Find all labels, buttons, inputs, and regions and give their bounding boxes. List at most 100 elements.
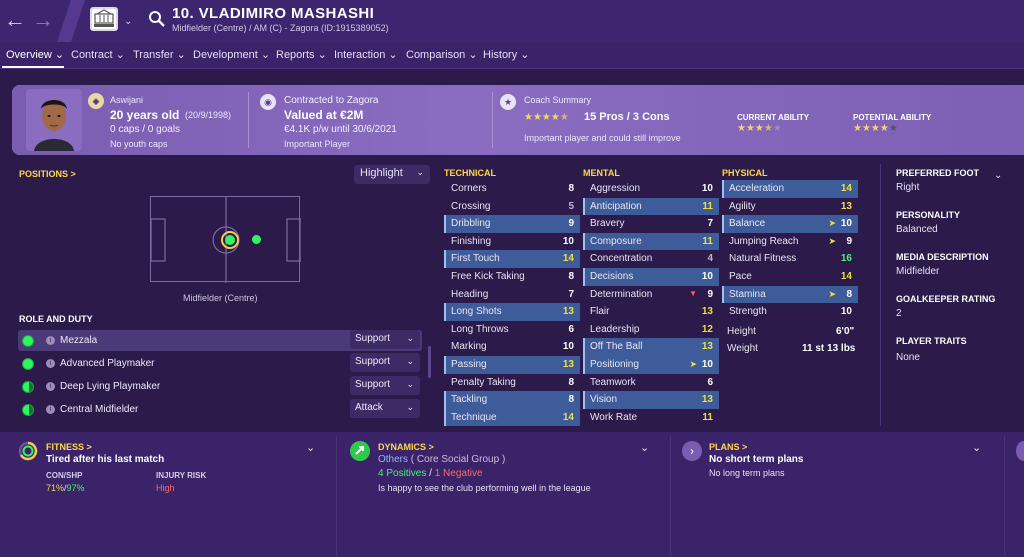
position-cm-marker[interactable]: [225, 235, 235, 245]
fitness-title[interactable]: FITNESS >: [46, 442, 92, 452]
role-row[interactable]: i Advanced Playmaker Support ⌄: [18, 353, 422, 374]
role-name: Central Midfielder: [60, 404, 139, 415]
attr-value: 10: [701, 358, 713, 370]
menu-reports[interactable]: Reports ⌄: [276, 48, 327, 61]
duty-dropdown[interactable]: Support ⌄: [350, 330, 420, 349]
info-icon[interactable]: i: [46, 405, 55, 414]
role-row[interactable]: i Deep Lying Playmaker Support ⌄: [18, 376, 422, 397]
attr-name: Technique: [451, 411, 497, 423]
chevron-down-icon: ⌄: [406, 333, 414, 343]
attr-name: Jumping Reach: [729, 235, 799, 247]
attr-penalty-taking[interactable]: Penalty Taking 8: [444, 374, 580, 392]
attr-vision[interactable]: Vision 13: [583, 391, 719, 409]
attr-first-touch[interactable]: First Touch 14: [444, 250, 580, 268]
attr-pace[interactable]: Pace 14: [722, 268, 858, 286]
personality-value: Balanced: [896, 224, 938, 235]
pros-cons: 15 Pros / 3 Cons: [584, 111, 670, 123]
summary-divider: [248, 92, 249, 148]
squad-status: Important Player: [284, 139, 351, 149]
attr-positioning[interactable]: Positioning ➤ 10: [583, 355, 719, 374]
negatives-count: 1 Negative: [434, 468, 483, 479]
attr-work-rate[interactable]: Work Rate 11: [583, 409, 719, 427]
attr-flair[interactable]: Flair 13: [583, 303, 719, 321]
attr-concentration[interactable]: Concentration 4: [583, 250, 719, 268]
chevron-down-icon: ⌄: [406, 379, 414, 389]
attr-composure[interactable]: Composure 11: [583, 232, 719, 251]
badge-dropdown-chevron-icon[interactable]: ⌄: [124, 16, 132, 27]
menu-history[interactable]: History ⌄: [483, 48, 530, 61]
dynamics-separator: /: [429, 468, 432, 479]
attr-bravery[interactable]: Bravery 7: [583, 215, 719, 233]
duty-label: Support: [355, 379, 391, 390]
attr-jumping-reach[interactable]: Jumping Reach ➤ 9: [722, 233, 858, 251]
plans-arrow-icon[interactable]: ›: [682, 441, 702, 461]
attr-free-kick[interactable]: Free Kick Taking 8: [444, 268, 580, 286]
attr-passing[interactable]: Passing 13: [444, 355, 580, 374]
duty-dropdown[interactable]: Support ⌄: [350, 376, 420, 395]
positions-title[interactable]: POSITIONS >: [19, 169, 76, 179]
dynamics-title[interactable]: DYNAMICS >: [378, 442, 434, 452]
player-youth-caps: No youth caps: [110, 139, 168, 149]
attr-corners[interactable]: Corners 8: [444, 180, 580, 198]
attr-aggression[interactable]: Aggression 10: [583, 180, 719, 198]
info-icon[interactable]: i: [46, 336, 55, 345]
attr-anticipation[interactable]: Anticipation 11: [583, 197, 719, 216]
attr-acceleration[interactable]: Acceleration 14: [722, 180, 858, 198]
attr-technique[interactable]: Technique 14: [444, 408, 580, 427]
technical-title: TECHNICAL: [444, 168, 496, 178]
attr-strength[interactable]: Strength 10: [722, 303, 858, 321]
role-row[interactable]: i Central Midfielder Attack ⌄: [18, 399, 422, 420]
personality-label: PERSONALITY: [896, 210, 961, 220]
attr-stamina[interactable]: Stamina ➤ 8: [722, 285, 858, 304]
summary-divider: [492, 92, 493, 148]
info-icon[interactable]: i: [46, 359, 55, 368]
club-badge-icon[interactable]: [90, 7, 118, 31]
attr-name: Strength: [729, 306, 767, 318]
attr-name: Marking: [451, 341, 487, 353]
position-amc-marker[interactable]: [252, 235, 261, 244]
attr-dribbling[interactable]: Dribbling 9: [444, 215, 580, 233]
roles-scrollbar[interactable]: [428, 346, 431, 378]
coach-summary-title: Coach Summary: [524, 95, 592, 105]
attr-balance[interactable]: Balance ➤ 10: [722, 215, 858, 233]
plans-title[interactable]: PLANS >: [709, 442, 747, 452]
attr-value: 11: [702, 235, 713, 247]
menu-development[interactable]: Development ⌄: [193, 48, 270, 61]
menu-interaction[interactable]: Interaction ⌄: [334, 48, 398, 61]
duty-dropdown[interactable]: Attack ⌄: [350, 399, 420, 418]
chevron-down-icon[interactable]: ⌄: [994, 170, 1002, 181]
menu-overview[interactable]: Overview ⌄: [6, 48, 64, 61]
attr-heading[interactable]: Heading 7: [444, 286, 580, 304]
chevron-down-icon[interactable]: ⌄: [640, 441, 649, 454]
attr-long-throws[interactable]: Long Throws 6: [444, 321, 580, 339]
back-arrow-icon[interactable]: ←: [4, 9, 26, 31]
attr-marking[interactable]: Marking 10: [444, 338, 580, 356]
chevron-down-icon[interactable]: ⌄: [306, 441, 315, 454]
improve-arrow-icon: ➤: [689, 358, 697, 369]
attr-determination[interactable]: Determination ▼ 9: [583, 286, 719, 304]
attr-agility[interactable]: Agility 13: [722, 198, 858, 216]
attr-natural-fitness[interactable]: Natural Fitness 16: [722, 250, 858, 268]
menu-transfer[interactable]: Transfer ⌄: [133, 48, 186, 61]
attr-long-shots[interactable]: Long Shots 13: [444, 303, 580, 321]
forward-arrow-icon[interactable]: →: [32, 9, 54, 31]
attr-teamwork[interactable]: Teamwork 6: [583, 374, 719, 392]
attr-tackling[interactable]: Tackling 8: [444, 391, 580, 409]
attr-decisions[interactable]: Decisions 10: [583, 267, 719, 286]
role-row[interactable]: i Mezzala Support ⌄: [18, 330, 422, 351]
attr-name: Balance: [729, 218, 766, 230]
search-icon[interactable]: [148, 10, 166, 28]
duty-dropdown[interactable]: Support ⌄: [350, 353, 420, 372]
menu-contract[interactable]: Contract ⌄: [71, 48, 125, 61]
menu-comparison[interactable]: Comparison ⌄: [406, 48, 478, 61]
attr-value: 14: [562, 411, 574, 423]
attr-name: Off The Ball: [590, 341, 643, 353]
attr-leadership[interactable]: Leadership 12: [583, 321, 719, 339]
attr-off-the-ball[interactable]: Off The Ball 13: [583, 338, 719, 356]
attr-finishing[interactable]: Finishing 10: [444, 233, 580, 251]
contract-club: Contracted to Zagora: [284, 95, 379, 106]
info-icon[interactable]: i: [46, 382, 55, 391]
chevron-down-icon[interactable]: ⌄: [972, 441, 981, 454]
highlight-dropdown[interactable]: Highlight ⌄: [354, 165, 430, 184]
attr-crossing[interactable]: Crossing 5: [444, 198, 580, 216]
